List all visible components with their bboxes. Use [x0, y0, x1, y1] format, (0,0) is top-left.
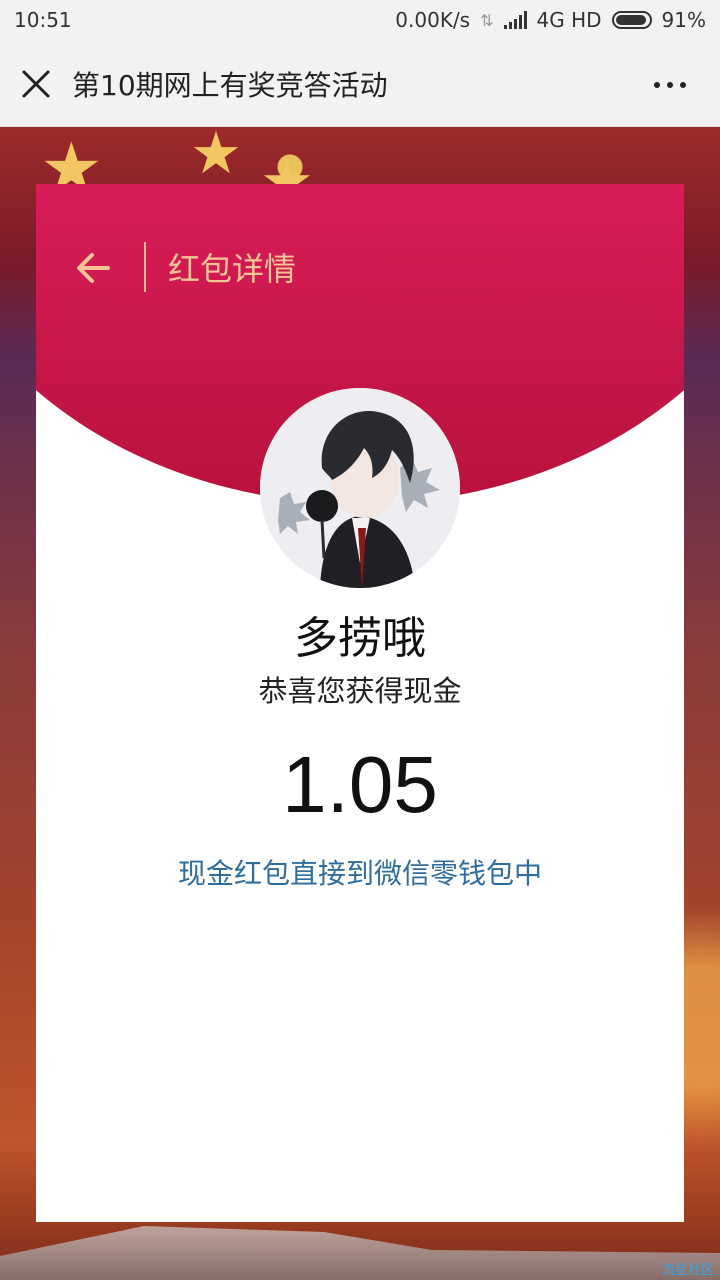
back-arrow-icon[interactable] — [74, 248, 114, 288]
amount-value: 1.05 — [282, 740, 438, 829]
card-title: 红包详情 — [168, 250, 297, 288]
train-illustration — [0, 1226, 720, 1280]
nav-bar: 第10期网上有奖竞答活动 — [0, 42, 720, 127]
avatar-illustration — [260, 388, 460, 588]
more-icon[interactable] — [654, 82, 686, 88]
user-name: 多捞哦 — [294, 613, 426, 664]
wallet-note-link[interactable]: 现金红包直接到微信零钱包中 — [36, 852, 684, 892]
status-time: 10:51 — [14, 8, 72, 32]
red-packet-card: 红包详情 多捞哦 恭喜您获得现金 1.05 现金红包直接到微信零钱包中 — [36, 184, 684, 1222]
star-decoration-icon: ★ — [190, 119, 242, 187]
page-title: 第10期网上有奖竞答活动 — [72, 69, 388, 102]
watermark: 流星社区 — [661, 1263, 714, 1278]
avatar — [260, 388, 460, 588]
status-indicators: 0.00K/s ⇅ 4G HD 91% — [395, 8, 706, 32]
data-transfer-icon: ⇅ — [480, 10, 494, 30]
network-speed: 0.00K/s — [395, 8, 471, 32]
battery-icon — [611, 11, 652, 29]
close-icon[interactable] — [20, 68, 52, 100]
signal-icon — [503, 11, 527, 29]
network-type: 4G HD — [536, 8, 602, 32]
battery-level: 91% — [661, 8, 706, 32]
header-divider — [144, 242, 146, 292]
status-bar: 10:51 0.00K/s ⇅ 4G HD 91% — [0, 0, 720, 42]
congrats-message: 恭喜您获得现金 — [258, 674, 462, 708]
